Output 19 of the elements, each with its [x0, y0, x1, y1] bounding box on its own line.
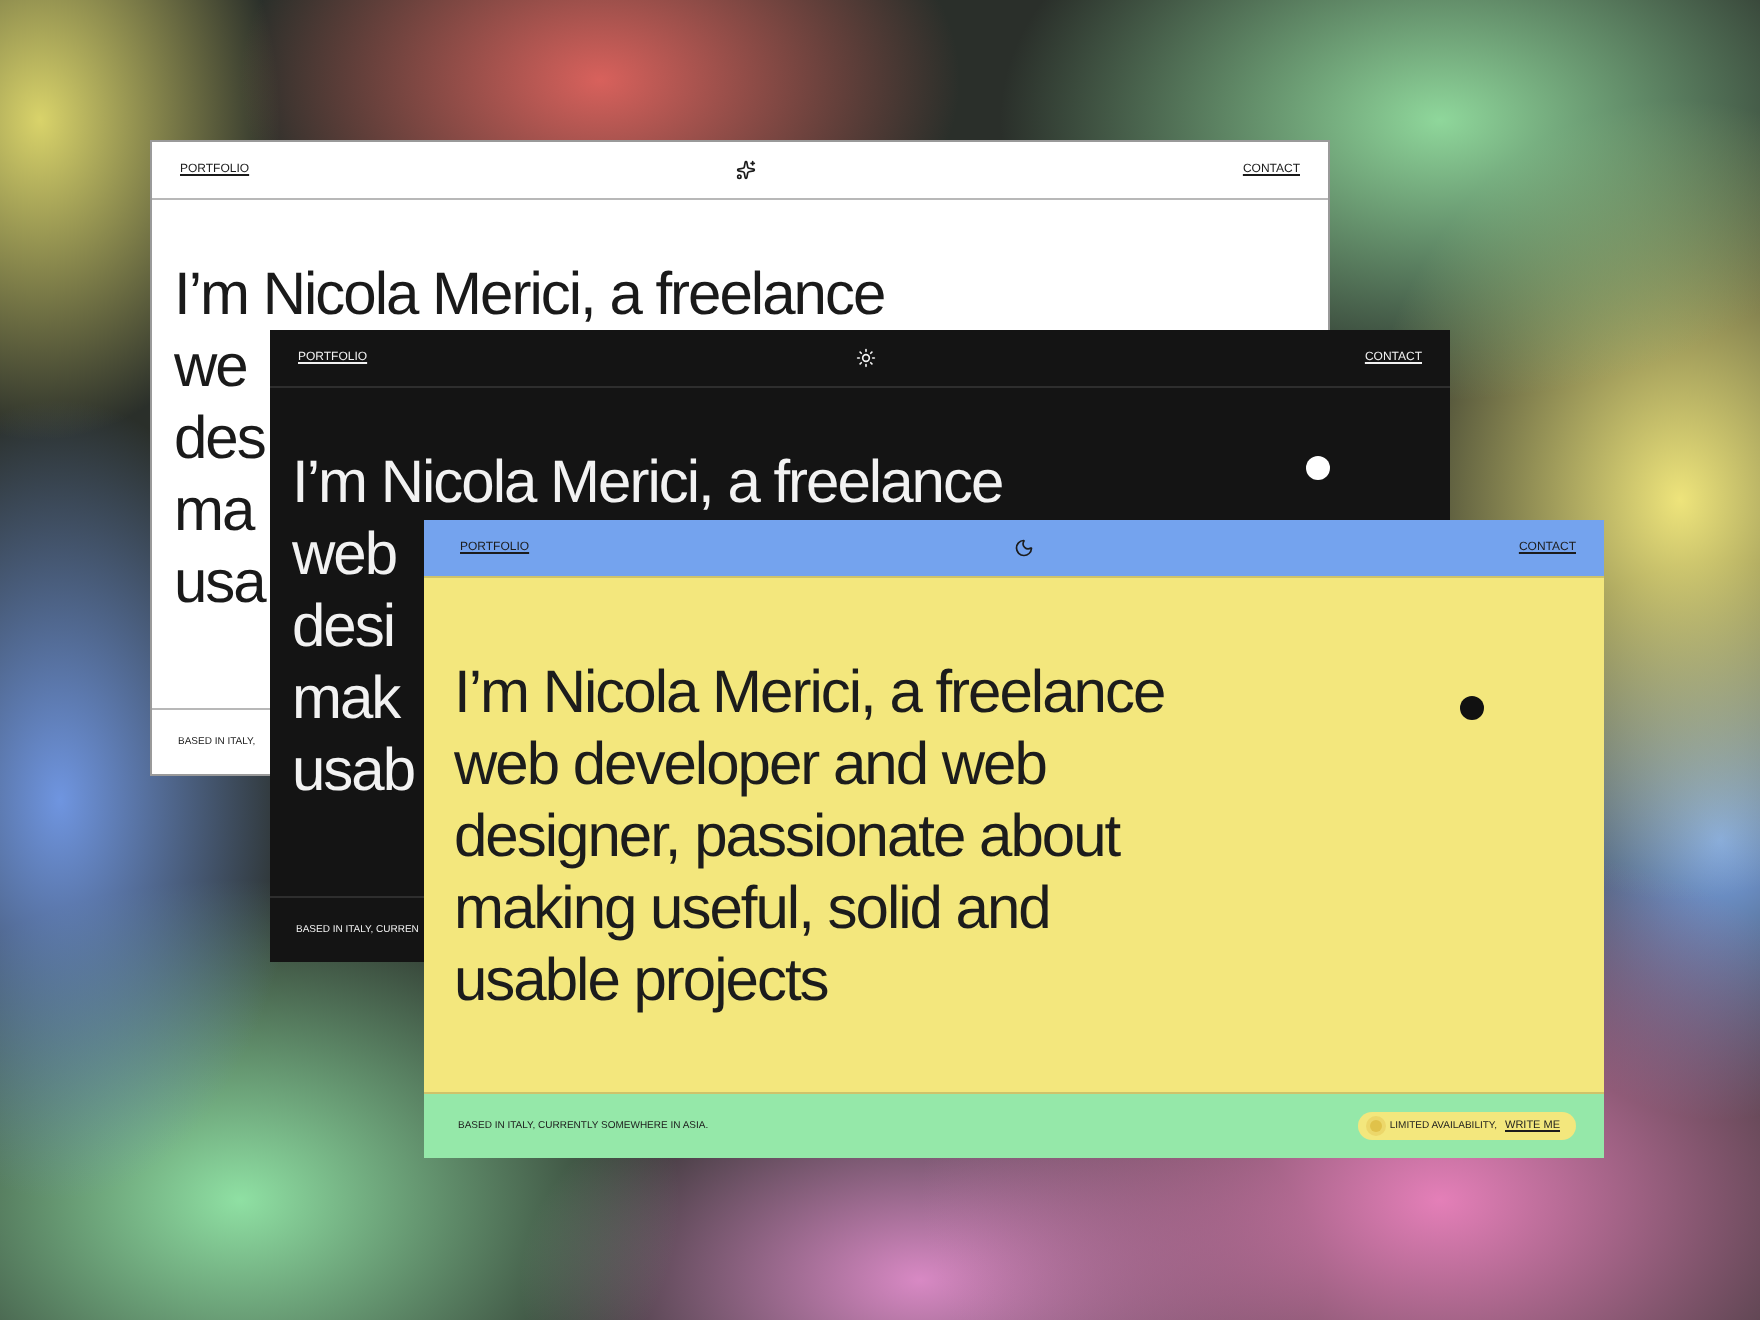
hero-text-line: des — [174, 404, 265, 476]
hero-text-line: desi — [292, 592, 395, 664]
hero-text-line: designer, passionate about — [454, 802, 1120, 874]
hero-text-line: usab — [292, 736, 415, 808]
status-dot-icon — [1369, 1120, 1382, 1132]
sun-icon[interactable] — [856, 348, 876, 368]
hero-text-line: I’m Nicola Merici, a freelance — [292, 448, 1003, 520]
moon-icon[interactable] — [1014, 538, 1034, 558]
hero-text-line: I’m Nicola Merici, a freelance — [174, 260, 885, 332]
hero-text-line: mak — [292, 664, 400, 736]
hero-text-line: making useful, solid and — [454, 874, 1050, 946]
hero-text-line: we — [174, 332, 247, 404]
hero-text-line: I’m Nicola Merici, a freelance — [454, 658, 1165, 730]
hero-text-line: ma — [174, 476, 254, 548]
hero-text-line: web — [292, 520, 397, 592]
sparkles-icon[interactable] — [736, 160, 756, 180]
hero-text-line: usa — [174, 548, 265, 620]
hero-text-line: usable projects — [454, 946, 828, 1018]
hero-text-line: web developer and web — [454, 730, 1046, 802]
